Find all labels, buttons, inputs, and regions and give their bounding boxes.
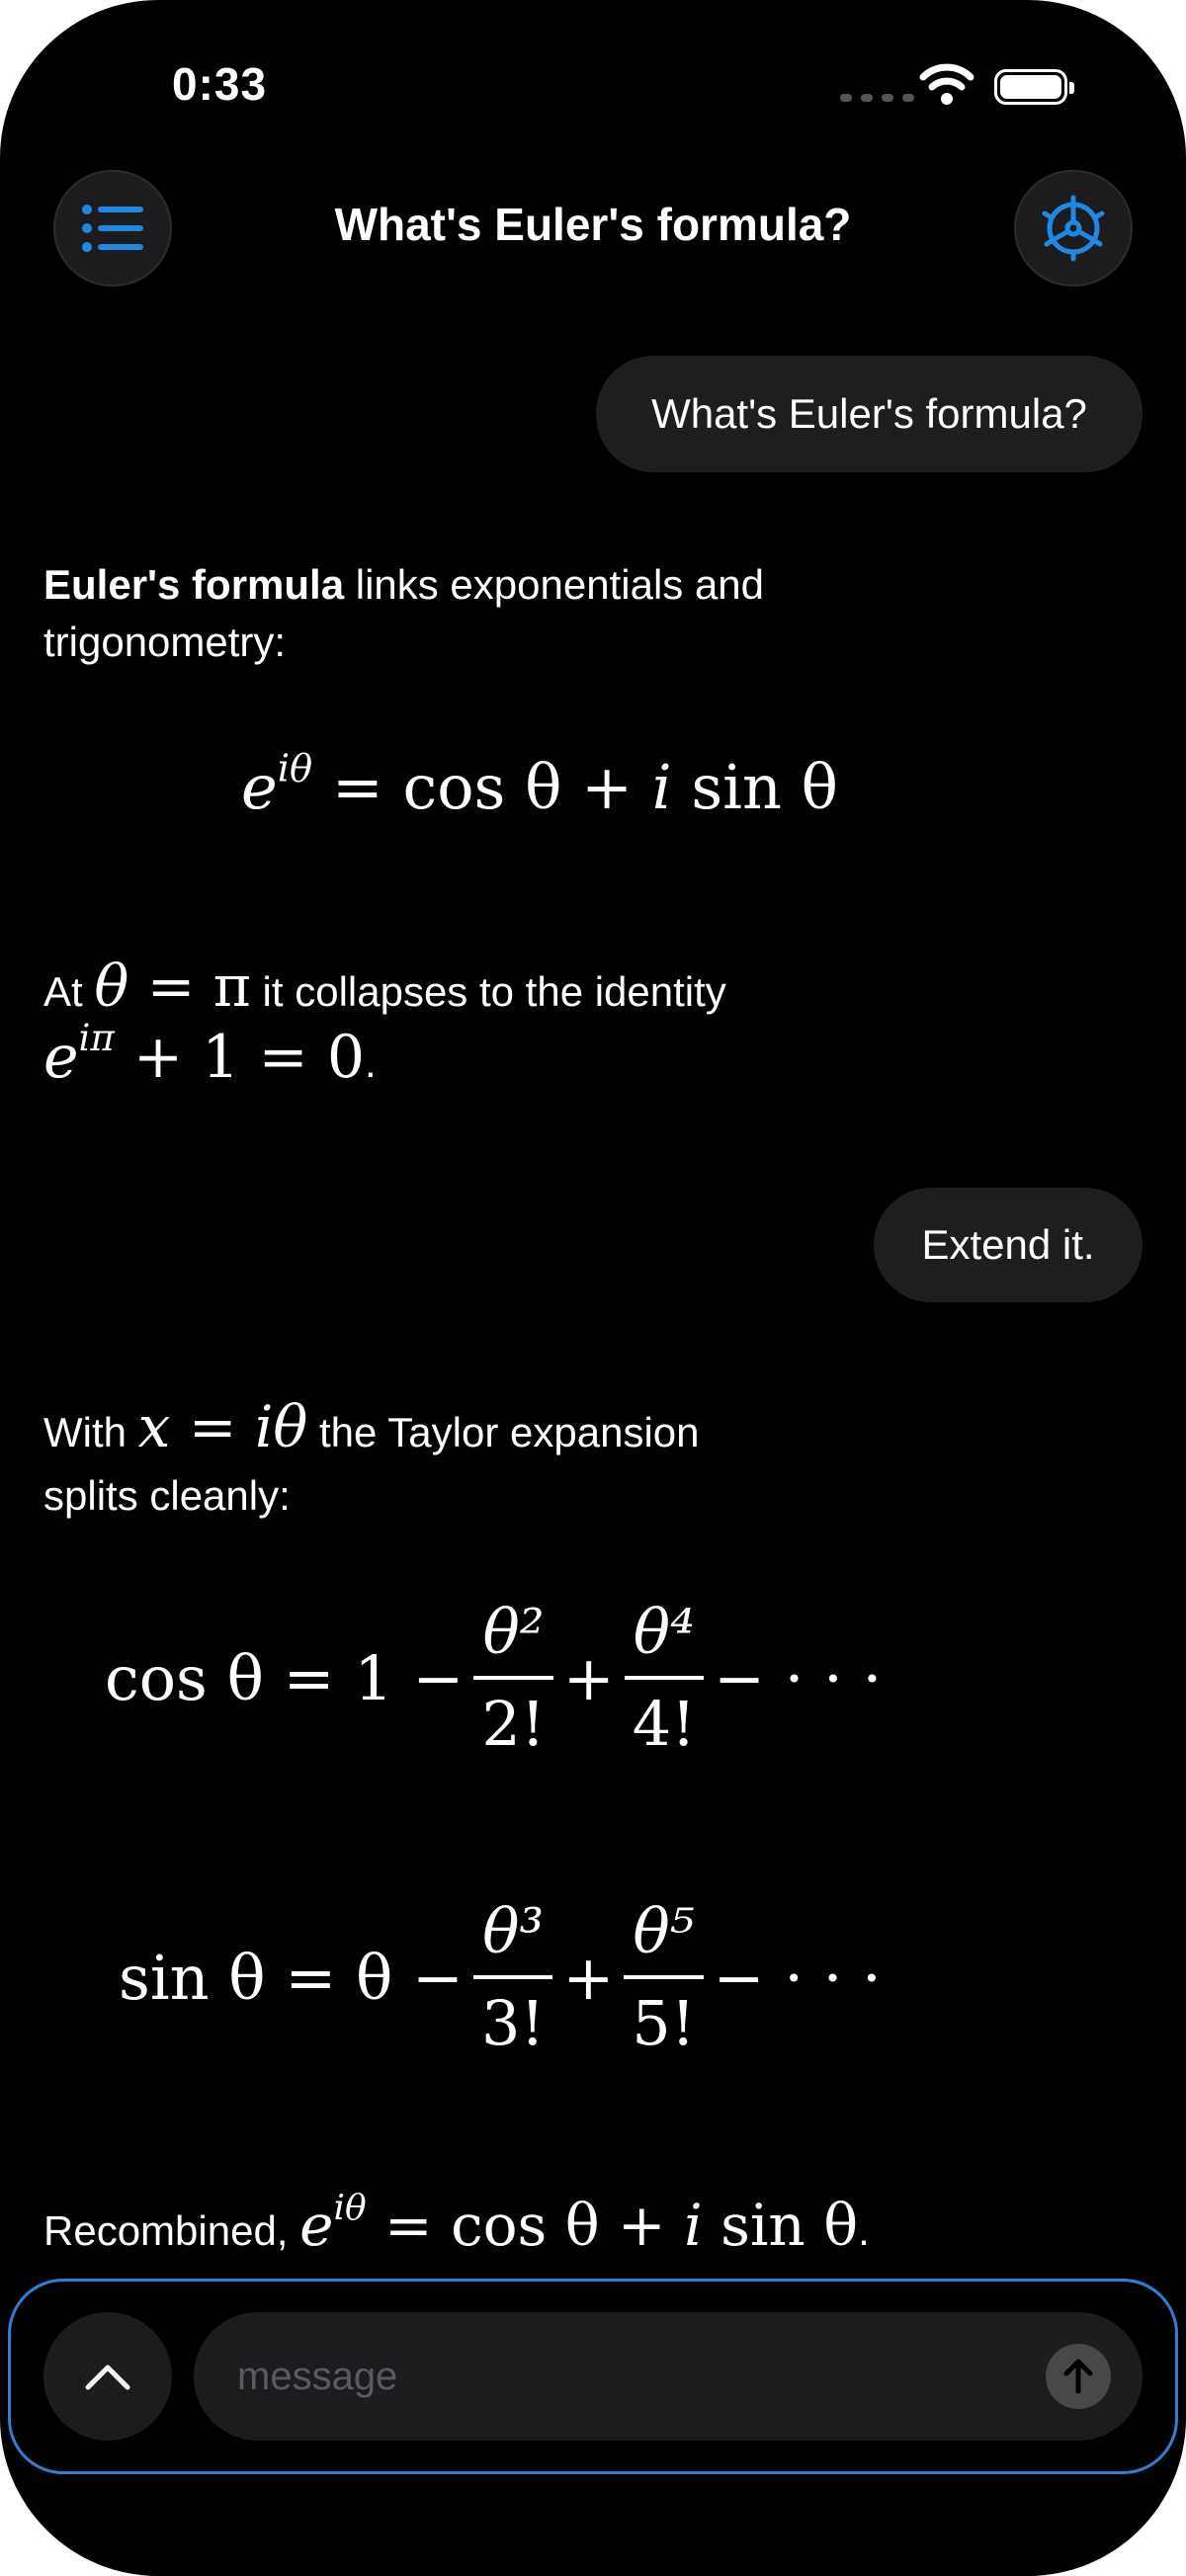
assistant-text: At θ = π it collapses to the identity — [43, 953, 726, 1020]
conversation-title: What's Euler's formula? — [334, 199, 852, 250]
user-message-bubble[interactable]: What's Euler's formula? — [596, 356, 1143, 472]
phone-screen: 0:33 What's Euler's formula? What's Eule… — [0, 0, 1186, 2576]
bold-term: Euler's formula — [43, 561, 345, 608]
message-input[interactable] — [194, 2312, 1143, 2441]
chevron-up-icon — [85, 2365, 130, 2390]
helm-gear-icon — [1042, 195, 1105, 262]
euler-formula-equation: eiθ = cos θ + i sin θ — [241, 746, 838, 823]
sine-series-equation: sin θ = θ − θ³ 3! + θ⁵ 5! − · · · — [119, 1895, 882, 2059]
euler-identity-equation: eiπ + 1 = 0. — [43, 1016, 377, 1092]
battery-icon — [994, 69, 1074, 105]
fraction: θ⁵ 5! — [624, 1895, 704, 2059]
assistant-text: Recombined, eiθ = cos θ + i sin θ. — [43, 2188, 870, 2259]
send-button[interactable] — [1046, 2344, 1111, 2409]
cellular-signal-icon — [840, 94, 914, 102]
status-time: 0:33 — [172, 58, 268, 110]
assistant-text: With x = iθ the Taylor expansion splits … — [43, 1393, 700, 1519]
expand-button[interactable] — [43, 2312, 172, 2441]
arrow-up-icon — [1063, 2359, 1093, 2394]
fraction: θ⁴ 4! — [624, 1596, 705, 1760]
settings-button[interactable] — [1014, 170, 1133, 287]
user-message-bubble[interactable]: Extend it. — [874, 1188, 1143, 1302]
cosine-series-equation: cos θ = 1 − θ² 2! + θ⁴ 4! − · · · — [105, 1596, 883, 1760]
fraction: θ³ 3! — [472, 1895, 553, 2059]
assistant-text: Euler's formula links exponentials and t… — [43, 561, 765, 665]
fraction: θ² 2! — [473, 1596, 553, 1760]
wifi-icon — [919, 63, 974, 105]
